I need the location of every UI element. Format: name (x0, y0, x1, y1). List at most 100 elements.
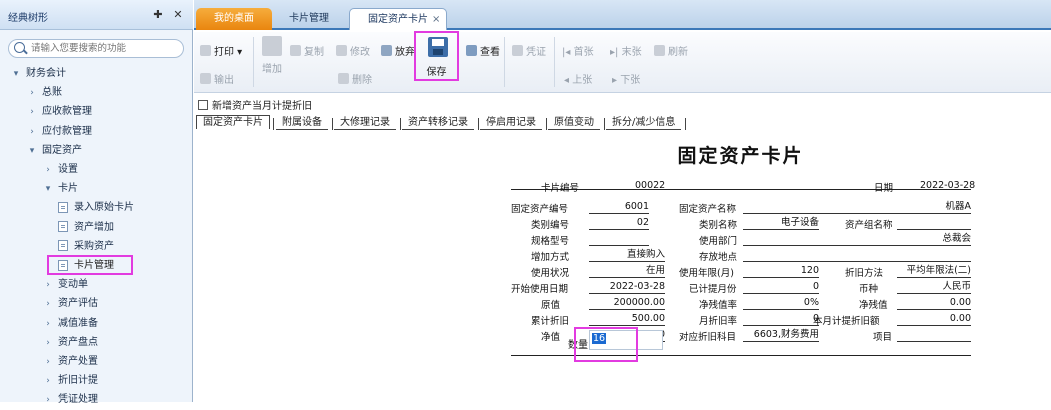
new-asset-depr-option[interactable]: 新增资产当月计提折旧 (198, 97, 312, 112)
search-input[interactable] (31, 42, 181, 55)
add-method-field[interactable]: 直接购入 (589, 249, 665, 262)
voucher-button[interactable]: 凭证 (512, 43, 546, 58)
discard-label: 放弃 (395, 47, 415, 58)
asset-code-field[interactable]: 6001 (589, 201, 649, 214)
tab-my-desktop[interactable]: 我的桌面 (196, 8, 272, 30)
refresh-button[interactable]: 刷新 (654, 43, 688, 58)
tree-item[interactable]: 资产增加 (58, 218, 114, 237)
prev-button[interactable]: ◂ 上张 (564, 71, 592, 86)
tree-item[interactable]: 采购资产 (58, 237, 114, 256)
salvage-rate-field[interactable]: 0% (743, 297, 819, 310)
chevron-down-icon[interactable]: ▾ (26, 142, 38, 161)
status-field[interactable]: 在用 (589, 265, 665, 278)
close-icon[interactable]: ✕ (172, 8, 184, 21)
tree-item[interactable]: ▾ 固定资产 (26, 141, 82, 160)
chevron-right-icon[interactable]: › (26, 84, 38, 103)
tree-item-label: 录入原始卡片 (74, 202, 134, 214)
delete-label: 删除 (352, 75, 372, 86)
tree-item[interactable]: ▾ 财务会计 (10, 64, 66, 83)
first-button[interactable]: |◂ 首张 (562, 43, 594, 58)
last-button[interactable]: ▸| 末张 (610, 43, 642, 58)
subtab[interactable]: 原值变动 (548, 116, 605, 130)
tab-card-management[interactable]: 卡片管理 (274, 8, 344, 30)
spec-field[interactable] (589, 233, 649, 246)
tree-item[interactable]: › 资产评估 (42, 294, 98, 313)
start-date-field[interactable]: 2022-03-28 (589, 281, 665, 294)
toolbar-divider (504, 37, 505, 87)
edit-label: 修改 (350, 47, 370, 58)
add-label: 增加 (262, 64, 282, 75)
edit-button[interactable]: 修改 (336, 43, 370, 58)
chevron-right-icon[interactable]: › (26, 103, 38, 122)
tree-item[interactable]: › 凭证处理 (42, 390, 98, 409)
tree-item[interactable]: › 总账 (26, 83, 62, 102)
chevron-right-icon[interactable]: › (42, 353, 54, 372)
export-button[interactable]: 输出 (200, 71, 234, 86)
salvage-label: 净残值 (859, 300, 888, 311)
date-label: 日期 (874, 183, 894, 194)
group-field[interactable] (897, 217, 971, 230)
salvage-field[interactable]: 0.00 (897, 297, 971, 310)
copy-button[interactable]: 复制 (290, 43, 324, 58)
chevron-right-icon[interactable]: › (42, 391, 54, 410)
save-button[interactable]: 保存 (414, 31, 459, 81)
subtab[interactable]: 固定资产卡片 (196, 115, 274, 130)
chevron-down-icon[interactable]: ▾ (42, 180, 54, 199)
item-field[interactable] (897, 329, 971, 342)
tab-close-icon[interactable]: × (432, 9, 440, 30)
tab-card-management-label: 卡片管理 (289, 13, 329, 24)
monthly-amt-field[interactable]: 0.00 (897, 313, 971, 326)
chevron-right-icon[interactable]: › (26, 123, 38, 142)
dept-field[interactable]: 总裁会 (743, 233, 971, 246)
pin-icon[interactable]: ✚ (152, 8, 164, 21)
tree-item[interactable]: › 折旧计提 (42, 371, 98, 390)
chevron-right-icon[interactable]: › (42, 295, 54, 314)
delete-button[interactable]: 删除 (338, 71, 372, 86)
tree-item[interactable]: ▾ 卡片 (42, 179, 78, 198)
location-field[interactable] (743, 249, 971, 262)
orig-field[interactable]: 200000.00 (589, 297, 665, 310)
tree-item[interactable]: › 减值准备 (42, 314, 98, 333)
copy-icon (290, 45, 301, 56)
print-label: 打印 (214, 47, 234, 58)
chevron-right-icon[interactable]: › (42, 334, 54, 353)
chevron-right-icon[interactable]: › (42, 315, 54, 334)
print-button[interactable]: 打印 ▾ (200, 43, 242, 58)
currency-field[interactable]: 人民币 (897, 281, 971, 294)
tree-item[interactable]: 录入原始卡片 (58, 198, 134, 217)
tab-fixed-asset-card[interactable]: 固定资产卡片 × (349, 8, 447, 30)
location-label: 存放地点 (699, 252, 738, 263)
sidebar-search[interactable] (8, 39, 184, 58)
accum-field[interactable]: 500.00 (589, 313, 665, 326)
tree-item[interactable]: › 资产处置 (42, 352, 98, 371)
asset-name-field[interactable]: 机器A (743, 201, 971, 214)
subtab[interactable]: 大修理记录 (334, 116, 401, 130)
chevron-right-icon[interactable]: › (42, 276, 54, 295)
view-button[interactable]: 查看 (466, 43, 500, 58)
subtab[interactable]: 资产转移记录 (402, 116, 479, 130)
months-field[interactable]: 0 (743, 281, 819, 294)
tree-item[interactable]: › 资产盘点 (42, 333, 98, 352)
class-name-field[interactable]: 电子设备 (743, 217, 819, 230)
depr-method-field[interactable]: 平均年限法(二) (897, 265, 971, 278)
life-field[interactable]: 120 (743, 265, 819, 278)
tree-item[interactable]: › 变动单 (42, 275, 88, 294)
subtab[interactable]: 停启用记录 (480, 116, 547, 130)
tree-item[interactable]: › 应付款管理 (26, 122, 92, 141)
tree-item[interactable]: › 设置 (42, 160, 78, 179)
class-code-field[interactable]: 02 (589, 217, 649, 230)
discard-button[interactable]: 放弃 (381, 43, 415, 58)
chevron-down-icon[interactable]: ▾ (10, 65, 22, 84)
acct-field[interactable]: 6603,财务费用 (743, 329, 819, 342)
chevron-right-icon[interactable]: › (42, 372, 54, 391)
new-asset-depr-label: 新增资产当月计提折旧 (212, 101, 312, 112)
next-button[interactable]: ▸ 下张 (612, 71, 640, 86)
add-button[interactable]: 增加 (260, 36, 284, 75)
chevron-right-icon[interactable]: › (42, 161, 54, 180)
new-asset-depr-checkbox[interactable] (198, 100, 208, 110)
tree-item[interactable]: › 应收款管理 (26, 102, 92, 121)
subtab[interactable]: 拆分/减少信息 (606, 116, 687, 130)
status-label: 使用状况 (531, 268, 570, 279)
monthly-rate-field[interactable]: 0 (743, 313, 819, 326)
subtab[interactable]: 附属设备 (276, 116, 333, 130)
